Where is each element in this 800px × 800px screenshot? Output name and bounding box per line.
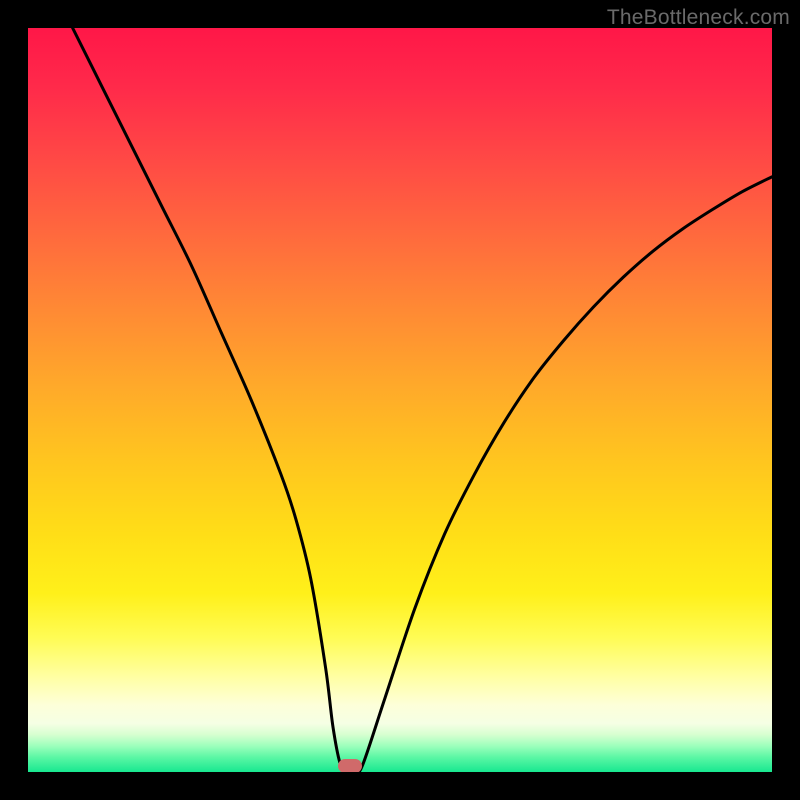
bottleneck-curve (73, 28, 772, 772)
optimal-point-marker (338, 759, 362, 772)
plot-area (28, 28, 772, 772)
watermark-text: TheBottleneck.com (607, 6, 790, 30)
chart-frame: TheBottleneck.com (0, 0, 800, 800)
curve-layer (28, 28, 772, 772)
